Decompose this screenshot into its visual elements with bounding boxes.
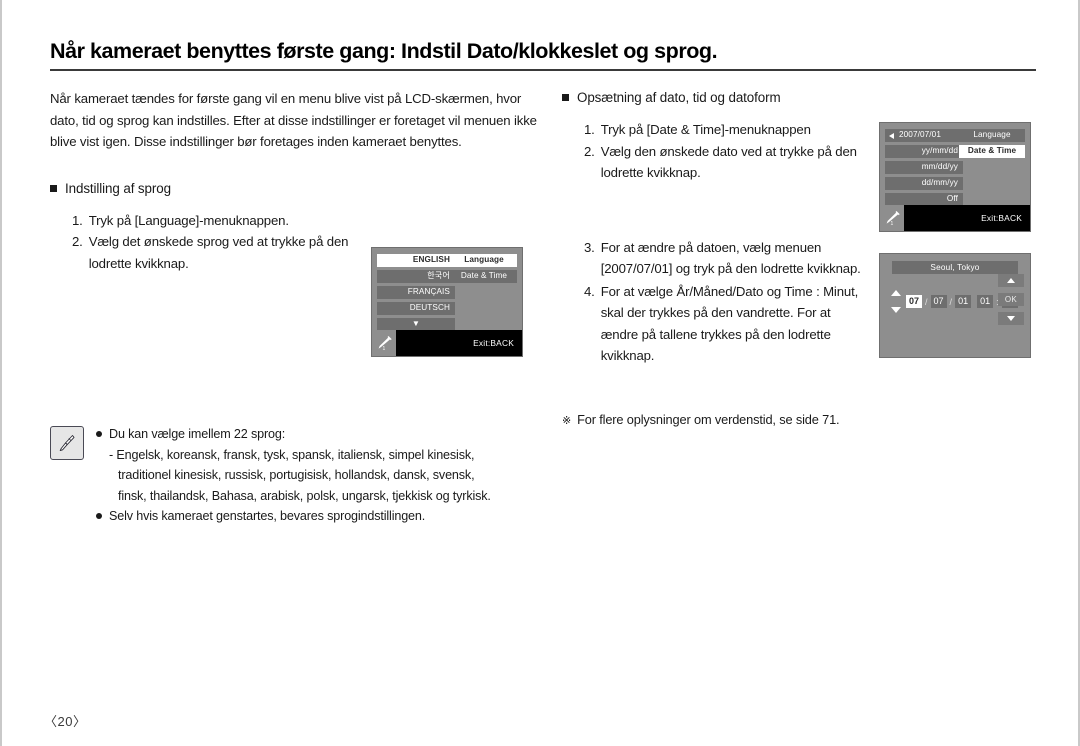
lcd-tab-language[interactable]: Language: [451, 254, 517, 267]
note-bullet-1: Du kan vælge imellem 22 sprog:: [109, 427, 286, 441]
lcd-exit-label: Exit:BACK: [396, 330, 522, 356]
lcd-menu-tabs: Language Date & Time: [959, 129, 1025, 158]
field-year[interactable]: 07: [906, 295, 923, 308]
lcd-vertical-hint: [888, 290, 904, 313]
lcd-list-item-english[interactable]: ENGLISH: [377, 254, 455, 267]
title-divider: [50, 68, 1036, 71]
separator-slash: /: [925, 296, 928, 307]
step-number: 2.: [584, 143, 595, 159]
language-section-heading: Indstilling af sprog: [50, 179, 550, 199]
step-number: 3.: [584, 239, 595, 255]
list-item: 3. For at ændre på datoen, vælg menuen […: [584, 237, 862, 280]
lcd-tab-language[interactable]: Language: [959, 129, 1025, 142]
svg-text:1: 1: [383, 346, 386, 351]
list-item: 1. Tryk på [Date & Time]-menuknappen: [584, 119, 862, 141]
lcd-language-list: ENGLISH 한국어 FRANÇAIS DEUTSCH ▼: [377, 254, 455, 331]
lcd-tab-date-time[interactable]: Date & Time: [959, 145, 1025, 158]
down-button[interactable]: [998, 312, 1024, 325]
step-text: For at vælge År/Måned/Dato og Time : Min…: [600, 283, 859, 364]
lcd-dateformat-list: 2007/07/01 yy/mm/dd mm/dd/yy dd/mm/yy Of…: [885, 129, 963, 206]
asterisk-icon: ※: [562, 415, 572, 427]
lcd-list-item-date[interactable]: 2007/07/01: [885, 129, 963, 142]
lcd-list-item-mmddyy[interactable]: mm/dd/yy: [885, 161, 963, 174]
square-bullet-icon: [562, 94, 569, 101]
note-dash-line-1: - Engelsk, koreansk, fransk, tysk, spans…: [109, 447, 475, 462]
footnote: ※ For flere oplysninger om verdenstid, s…: [562, 412, 840, 427]
arrow-up-icon: [1007, 278, 1015, 283]
step-number: 1.: [72, 212, 83, 228]
list-item: 2. Vælg den ønskede dato ved at trykke p…: [584, 141, 862, 184]
lcd-time-editor: 07 / 07 / 01 01 : 00 OK: [880, 274, 1030, 325]
lcd-list-item-ddmmyy[interactable]: dd/mm/yy: [885, 177, 963, 190]
lcd-bottom-bar: 1 Exit:BACK: [372, 330, 522, 356]
lcd-list-item-date-label: 2007/07/01: [899, 130, 941, 140]
note-text-body: Du kan vælge imellem 22 sprog: - Engelsk…: [96, 424, 550, 527]
arrow-down-icon: [1007, 316, 1015, 321]
note-dash-line-3: finsk, thailandsk, Bahasa, arabisk, pols…: [118, 488, 491, 503]
lcd-exit-label: Exit:BACK: [904, 205, 1030, 231]
step-text: For at ændre på datoen, vælg menuen [200…: [600, 239, 861, 277]
page-number: 〈20〉: [44, 714, 87, 729]
footnote-text: For flere oplysninger om verdenstid, se …: [577, 412, 840, 427]
language-steps-list: 1. Tryk på [Language]-menuknappen. 2. Væ…: [50, 210, 380, 275]
page-title: Når kameraet benyttes første gang: Indst…: [50, 39, 718, 63]
date-steps-bottom-list: 3. For at ændre på datoen, vælg menuen […: [562, 237, 862, 367]
chevron-left-icon: [889, 132, 894, 139]
note-language-list: - Engelsk, koreansk, fransk, tysk, spans…: [96, 445, 550, 507]
step-number: 2.: [72, 234, 83, 250]
manual-page: Når kameraet benyttes første gang: Indst…: [0, 0, 1080, 746]
lcd-screenshot-language-menu: ENGLISH 한국어 FRANÇAIS DEUTSCH ▼ Language …: [371, 247, 523, 357]
lcd-side-buttons: OK: [998, 274, 1024, 325]
round-bullet-icon: [96, 431, 102, 437]
step-text: Tryk på [Date & Time]-menuknappen: [600, 122, 811, 137]
language-section-heading-text: Indstilling af sprog: [65, 180, 171, 196]
list-item: Selv hvis kameraet genstartes, bevares s…: [96, 506, 550, 527]
triangle-up-icon: [891, 290, 901, 296]
step-number: 1.: [584, 122, 595, 137]
round-bullet-icon: [96, 513, 102, 520]
lcd-menu-area: ENGLISH 한국어 FRANÇAIS DEUTSCH ▼ Language …: [372, 248, 522, 331]
setup-wrench-icon: 1: [372, 330, 396, 356]
lcd-list-item-yymmdd[interactable]: yy/mm/dd: [885, 145, 963, 158]
list-item: Du kan vælge imellem 22 sprog:: [96, 424, 550, 445]
up-button[interactable]: [998, 274, 1024, 287]
separator-slash: /: [949, 296, 953, 307]
date-section-heading-text: Opsætning af dato, tid og datoform: [577, 90, 781, 105]
step-text: Tryk på [Language]-menuknappen.: [88, 212, 289, 228]
step-text: Vælg den ønskede dato ved at trykke på d…: [600, 143, 857, 181]
field-day[interactable]: 01: [955, 295, 972, 308]
lcd-bottom-bar: 1 Exit:BACK: [880, 205, 1030, 231]
lcd-screenshot-time-setting: Seoul, Tokyo 07 / 07 / 01 01 : 00 OK: [879, 253, 1031, 358]
lcd-tab-date-time[interactable]: Date & Time: [451, 270, 517, 283]
note-pen-icon: [50, 426, 84, 460]
date-steps-top-list: 1. Tryk på [Date & Time]-menuknappen 2. …: [562, 119, 862, 184]
list-item: 4. For at vælge År/Måned/Dato og Time : …: [584, 281, 862, 367]
field-hour[interactable]: 01: [977, 295, 994, 308]
lcd-menu-area: 2007/07/01 yy/mm/dd mm/dd/yy dd/mm/yy Of…: [880, 123, 1030, 206]
date-section-heading: Opsætning af dato, tid og datoform: [562, 88, 1042, 108]
lcd-list-item-francais[interactable]: FRANÇAIS: [377, 286, 455, 299]
field-month[interactable]: 07: [930, 295, 947, 308]
square-bullet-icon: [50, 184, 57, 192]
note-block: Du kan vælge imellem 22 sprog: - Engelsk…: [50, 424, 550, 527]
svg-text:1: 1: [891, 221, 894, 226]
setup-wrench-icon: 1: [880, 205, 904, 231]
ok-button[interactable]: OK: [998, 293, 1024, 306]
page-title-block: Når kameraet benyttes første gang: Indst…: [50, 39, 1036, 71]
list-item: 2. Vælg det ønskede sprog ved at trykke …: [72, 231, 380, 274]
intro-paragraph: Når kameraet tændes for første gang vil …: [50, 91, 537, 150]
lcd-list-item-deutsch[interactable]: DEUTSCH: [377, 302, 455, 315]
lcd-menu-tabs: Language Date & Time: [451, 254, 517, 283]
step-text: Vælg det ønskede sprog ved at trykke på …: [88, 234, 349, 271]
lcd-list-item-korean[interactable]: 한국어: [377, 270, 455, 283]
note-dash-line-2: traditionel kinesisk, russisk, portugisi…: [118, 468, 475, 483]
lcd-city-label: Seoul, Tokyo: [892, 261, 1018, 274]
note-bullet-2: Selv hvis kameraet genstartes, bevares s…: [109, 509, 426, 524]
list-item: 1. Tryk på [Language]-menuknappen.: [72, 210, 380, 232]
lcd-screenshot-datetime-menu: 2007/07/01 yy/mm/dd mm/dd/yy dd/mm/yy Of…: [879, 122, 1031, 232]
triangle-down-icon: [891, 307, 901, 313]
step-number: 4.: [584, 283, 595, 299]
